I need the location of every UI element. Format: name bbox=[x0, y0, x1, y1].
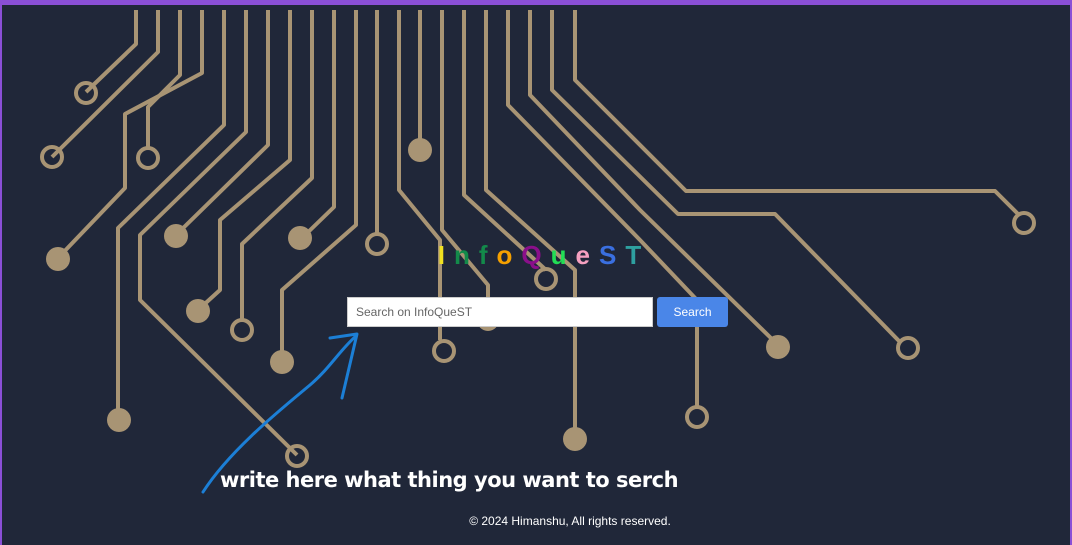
circuit-trace bbox=[146, 10, 182, 150]
circuit-node bbox=[685, 405, 709, 429]
circuit-pad bbox=[107, 408, 131, 432]
circuit-pad bbox=[164, 224, 188, 248]
logo-letter: S bbox=[599, 239, 618, 270]
circuit-trace bbox=[573, 10, 1020, 216]
logo-letter: n bbox=[453, 239, 471, 270]
circuit-pad bbox=[270, 350, 294, 374]
circuit-node bbox=[230, 318, 254, 342]
search-button[interactable]: Search bbox=[657, 297, 728, 327]
circuit-node bbox=[896, 336, 920, 360]
annotation-text: write here what thing you want to serch bbox=[220, 468, 679, 492]
logo-letter: Q bbox=[521, 239, 543, 270]
circuit-trace bbox=[116, 10, 226, 420]
circuit-pad bbox=[766, 335, 790, 359]
site-logo: I n f o Q u e S T bbox=[400, 235, 680, 275]
circuit-node bbox=[285, 444, 309, 468]
logo-letter: o bbox=[496, 239, 514, 270]
circuit-node bbox=[432, 339, 456, 363]
circuit-pad bbox=[408, 138, 432, 162]
annotation-arrow-head bbox=[328, 332, 359, 400]
circuit-trace bbox=[50, 10, 160, 159]
circuit-pad bbox=[563, 427, 587, 451]
circuit-trace bbox=[300, 10, 336, 240]
circuit-node bbox=[136, 146, 160, 170]
circuit-pad bbox=[288, 226, 312, 250]
circuit-pad bbox=[186, 299, 210, 323]
footer-copyright: © 2024 Himanshu, All rights reserved. bbox=[469, 514, 671, 528]
search-input[interactable] bbox=[347, 297, 653, 327]
logo-letter: e bbox=[575, 239, 592, 270]
logo-letter: T bbox=[625, 239, 643, 270]
circuit-trace bbox=[528, 10, 780, 347]
circuit-node bbox=[365, 232, 389, 256]
logo-letter: u bbox=[550, 239, 568, 270]
circuit-node bbox=[74, 81, 98, 105]
search-bar: Search bbox=[347, 297, 728, 327]
logo-letter: f bbox=[478, 239, 489, 270]
logo-letter: I bbox=[437, 239, 446, 270]
circuit-node bbox=[1012, 211, 1036, 235]
circuit-trace bbox=[280, 10, 358, 362]
circuit-trace bbox=[506, 10, 699, 408]
circuit-pad bbox=[46, 247, 70, 271]
circuit-trace bbox=[173, 10, 270, 238]
